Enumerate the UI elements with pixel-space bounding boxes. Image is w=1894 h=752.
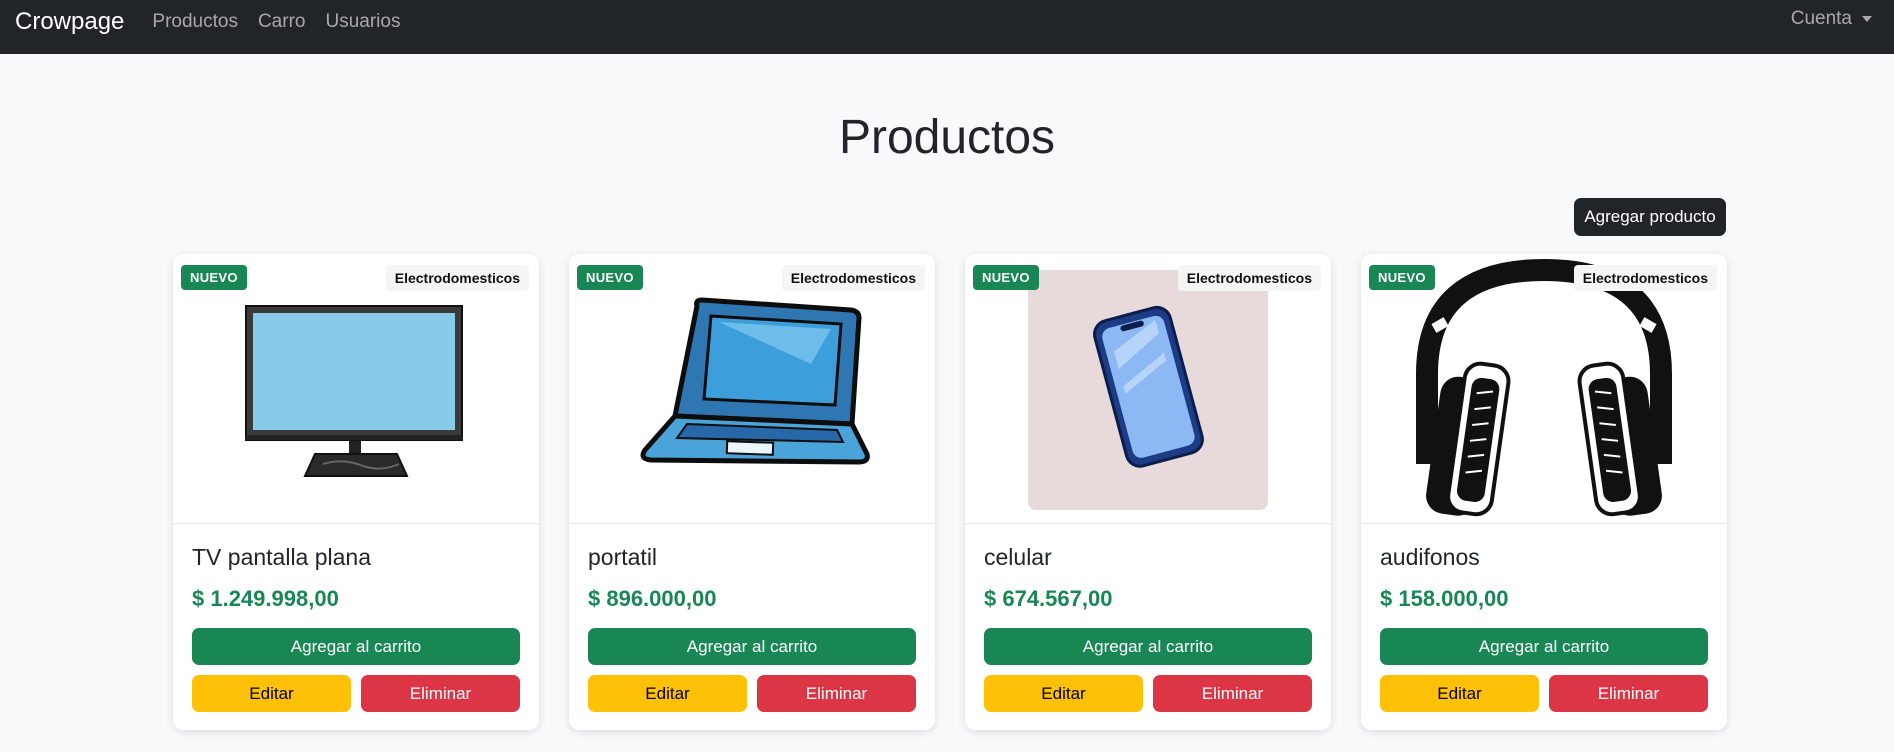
laptop-icon bbox=[640, 297, 870, 465]
edit-button[interactable]: Editar bbox=[588, 675, 747, 712]
product-price: $ 1.249.998,00 bbox=[192, 586, 339, 611]
nav-link-carro[interactable]: Carro bbox=[258, 11, 306, 33]
category-badge: Electrodomesticos bbox=[781, 265, 925, 291]
edit-button[interactable]: Editar bbox=[984, 675, 1143, 712]
category-badge: Electrodomesticos bbox=[1573, 265, 1717, 291]
edit-button[interactable]: Editar bbox=[1380, 675, 1539, 712]
new-badge: NUEVO bbox=[973, 265, 1039, 290]
product-price: $ 158.000,00 bbox=[1380, 586, 1509, 611]
product-card: NUEVO Electrodomesticos celular $ 674.56… bbox=[965, 254, 1331, 730]
top-navbar: Crowpage Productos Carro Usuarios Cuenta bbox=[0, 0, 1894, 54]
add-to-cart-button[interactable]: Agregar al carrito bbox=[588, 628, 916, 665]
add-product-button[interactable]: Agregar producto bbox=[1574, 198, 1726, 236]
new-badge: NUEVO bbox=[1369, 265, 1435, 290]
product-name: audifonos bbox=[1380, 544, 1480, 570]
delete-button[interactable]: Eliminar bbox=[757, 675, 916, 712]
tv-icon bbox=[245, 305, 463, 477]
chevron-down-icon bbox=[1862, 16, 1872, 22]
nav-link-usuarios[interactable]: Usuarios bbox=[325, 11, 400, 33]
new-badge: NUEVO bbox=[577, 265, 643, 290]
product-image: NUEVO Electrodomesticos bbox=[1361, 254, 1727, 524]
product-name: TV pantalla plana bbox=[192, 544, 372, 570]
product-price: $ 674.567,00 bbox=[984, 586, 1113, 611]
delete-button[interactable]: Eliminar bbox=[1549, 675, 1708, 712]
product-image: NUEVO Electrodomesticos bbox=[569, 254, 935, 524]
product-name: celular bbox=[984, 544, 1052, 570]
nav-link-productos[interactable]: Productos bbox=[152, 11, 238, 33]
brand-link[interactable]: Crowpage bbox=[15, 8, 124, 36]
category-badge: Electrodomesticos bbox=[1177, 265, 1321, 291]
new-badge: NUEVO bbox=[181, 265, 247, 290]
page-title: Productos bbox=[838, 111, 1056, 164]
add-to-cart-button[interactable]: Agregar al carrito bbox=[984, 628, 1312, 665]
phone-icon bbox=[1028, 270, 1268, 510]
product-name: portatil bbox=[588, 544, 658, 570]
product-card: NUEVO Electrodomesticos audifonos $ 158.… bbox=[1361, 254, 1727, 730]
account-label: Cuenta bbox=[1790, 8, 1852, 29]
product-image: NUEVO Electrodomesticos bbox=[173, 254, 539, 524]
category-badge: Electrodomesticos bbox=[385, 265, 529, 291]
add-to-cart-button[interactable]: Agregar al carrito bbox=[192, 628, 520, 665]
product-card: NUEVO Electrodomesticos portatil $ 896.0… bbox=[569, 254, 935, 730]
product-card: NUEVO Electrodomesticos TV pantalla plan… bbox=[173, 254, 539, 730]
account-dropdown[interactable]: Cuenta bbox=[1791, 8, 1872, 30]
headphones-icon bbox=[1416, 258, 1672, 517]
product-image: NUEVO Electrodomesticos bbox=[965, 254, 1331, 524]
add-to-cart-button[interactable]: Agregar al carrito bbox=[1380, 628, 1708, 665]
delete-button[interactable]: Eliminar bbox=[1153, 675, 1312, 712]
delete-button[interactable]: Eliminar bbox=[361, 675, 520, 712]
product-price: $ 896.000,00 bbox=[588, 586, 717, 611]
edit-button[interactable]: Editar bbox=[192, 675, 351, 712]
